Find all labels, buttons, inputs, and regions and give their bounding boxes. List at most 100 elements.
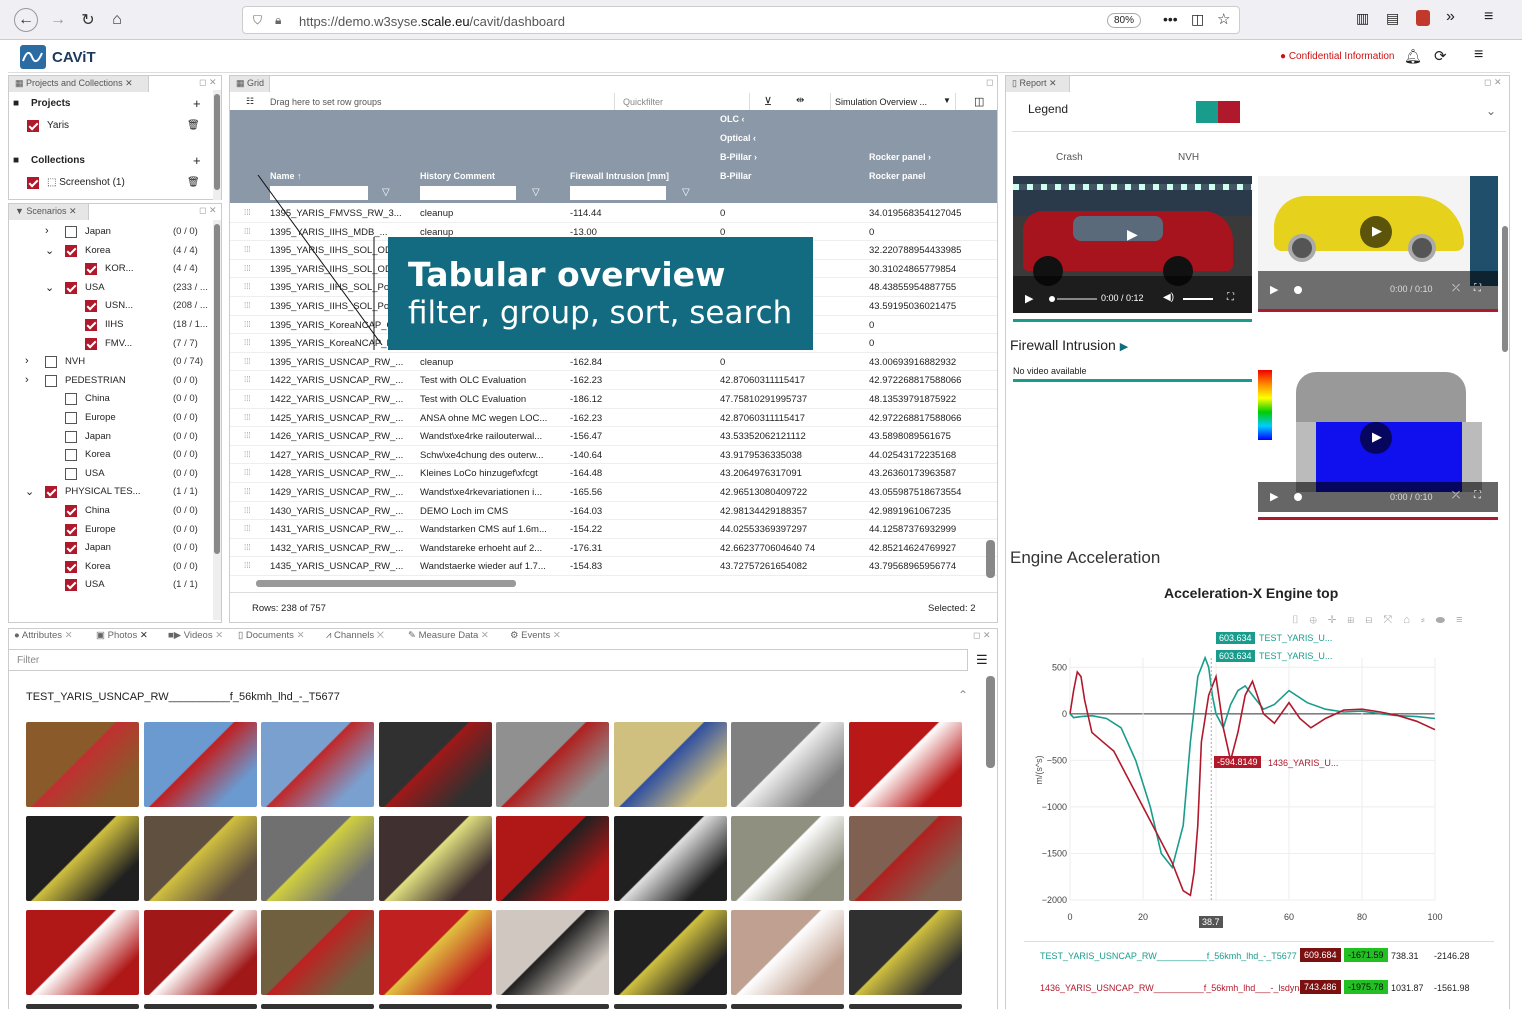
filter-icon[interactable]: ▽ xyxy=(382,187,390,198)
columns-panel-icon[interactable]: ◫ xyxy=(974,95,984,108)
group-header-rocker[interactable]: Rocker panel › xyxy=(869,152,931,162)
tab-attributes[interactable]: ● Attributes ✕ xyxy=(14,630,73,646)
scenario-checkbox[interactable] xyxy=(65,430,77,443)
close-icon[interactable]: ✕ xyxy=(550,630,561,641)
scenario-checkbox[interactable] xyxy=(65,467,77,480)
photo-thumbnail[interactable] xyxy=(26,910,139,995)
maximize-icon[interactable]: ◻ ✕ xyxy=(199,205,217,216)
bookmark-star-icon[interactable]: ☆ xyxy=(1217,10,1230,28)
chevron-right-icon[interactable]: › xyxy=(25,374,29,386)
column-history-comment[interactable]: History Comment xyxy=(420,171,495,181)
maximize-icon[interactable]: ◻ ✕ xyxy=(1484,77,1502,88)
scenario-row[interactable]: USA (1 / 1) xyxy=(9,578,209,596)
photo-thumbnail[interactable] xyxy=(848,910,962,995)
scenario-row[interactable]: KOR... (4 / 4) xyxy=(9,262,209,280)
ublock-icon[interactable] xyxy=(1416,10,1430,26)
tab-photos[interactable]: ▣ Photos ✕ xyxy=(96,630,148,646)
trash-icon[interactable]: 🗑︎ xyxy=(187,177,200,188)
scenario-row[interactable]: USA (0 / 0) xyxy=(9,467,209,485)
scenario-checkbox[interactable] xyxy=(85,337,97,350)
drag-handle-icon[interactable]: ⁞⁞⁞ xyxy=(244,468,251,477)
photo-thumbnail[interactable] xyxy=(613,1004,727,1009)
no-volume-icon[interactable]: ⤫ xyxy=(1452,490,1460,501)
series-row[interactable]: 1436_YARIS_USNCAP_RW__________f_56kmh_lh… xyxy=(1024,980,1494,1002)
scenario-row[interactable]: › NVH (0 / 74) xyxy=(9,355,209,373)
chevron-down-icon[interactable]: ⌄ xyxy=(25,485,34,498)
scenario-row[interactable]: Japan (0 / 0) xyxy=(9,541,209,559)
play-icon[interactable]: ▶ xyxy=(1372,223,1382,239)
drag-handle-icon[interactable]: ⁞⁞⁞ xyxy=(244,357,251,366)
scenario-row[interactable]: Japan (0 / 0) xyxy=(9,430,209,448)
simulation-video[interactable]: ▶ ▶ 0:00 / 0:10 ⤫ ⛶ xyxy=(1256,362,1498,512)
scenario-row[interactable]: Europe (0 / 0) xyxy=(9,523,209,541)
photo-thumbnail[interactable] xyxy=(261,816,374,901)
table-row[interactable]: ⁞⁞⁞ 1395_YARIS_FMVSS_RW_3... cleanup -114.4… xyxy=(230,204,997,223)
photo-thumbnail[interactable] xyxy=(378,722,492,807)
maximize-icon[interactable]: ◻ ✕ xyxy=(199,77,217,88)
scenario-row[interactable]: Europe (0 / 0) xyxy=(9,411,209,429)
add-project-button[interactable]: + xyxy=(193,96,201,111)
photo-thumbnail[interactable] xyxy=(143,722,257,807)
photo-thumbnail[interactable] xyxy=(613,722,727,807)
drag-handle-icon[interactable]: ⁞⁞⁞ xyxy=(244,301,251,310)
photo-thumbnail[interactable] xyxy=(731,722,844,807)
scenario-checkbox[interactable] xyxy=(65,542,77,555)
collection-checkbox[interactable] xyxy=(27,177,39,189)
no-volume-icon[interactable]: ⤫ xyxy=(1452,283,1460,294)
vertical-scrollbar[interactable] xyxy=(1502,226,1508,352)
close-icon[interactable]: ✕ xyxy=(294,630,305,641)
horizontal-scrollbar[interactable] xyxy=(256,580,516,587)
fullscreen-icon[interactable]: ⛶ xyxy=(1474,283,1481,294)
photo-thumbnail[interactable] xyxy=(731,910,844,995)
scenario-checkbox[interactable] xyxy=(65,244,77,257)
scenario-row[interactable]: China (0 / 0) xyxy=(9,504,209,522)
photo-thumbnail[interactable] xyxy=(496,722,609,807)
sync-icon[interactable]: ⟳ xyxy=(1434,47,1447,65)
chart-toolbar[interactable]: ⌷ ⊕ ✛ ⊞ ⊟ ⤧ ⌂ ⸗ ⬬ ≡ xyxy=(1292,614,1467,627)
tab-projects-collections[interactable]: ▦ Projects and Collections ✕ xyxy=(9,76,149,92)
volume-icon[interactable]: ◀) xyxy=(1163,292,1174,303)
scrollbar[interactable] xyxy=(213,90,221,200)
play-icon[interactable]: ▶ xyxy=(1127,226,1138,243)
fullscreen-icon[interactable]: ⛶ xyxy=(1227,292,1234,303)
row-group-dropzone[interactable]: Drag here to set row groups xyxy=(270,97,382,107)
table-row[interactable]: ⁞⁞⁞ 1435_YARIS_USNCAP_RW_... Wandstaerke w… xyxy=(230,557,997,576)
scenario-checkbox[interactable] xyxy=(65,449,77,462)
photo-thumbnail[interactable] xyxy=(496,1004,609,1009)
drag-handle-icon[interactable]: ⁞⁞⁞ xyxy=(244,561,251,570)
hamburger-menu-icon[interactable]: ≡ xyxy=(1484,8,1493,26)
table-row[interactable]: ⁞⁞⁞ 1430_YARIS_USNCAP_RW_... DEMO Loch im … xyxy=(230,502,997,521)
photo-thumbnail[interactable] xyxy=(496,910,609,995)
pocket-icon[interactable]: ◫ xyxy=(1191,11,1204,28)
scenario-row[interactable]: Korea (0 / 0) xyxy=(9,448,209,466)
photo-thumbnail[interactable] xyxy=(378,816,492,901)
table-row[interactable]: ⁞⁞⁞ 1427_YARIS_USNCAP_RW_... Schw\xe4chung… xyxy=(230,446,997,465)
scenario-checkbox[interactable] xyxy=(65,505,77,517)
tab-measure-data[interactable]: ✎ Measure Data ✕ xyxy=(408,630,489,646)
drag-handle-icon[interactable]: ⁞⁞⁞ xyxy=(244,245,251,254)
vertical-scrollbar[interactable] xyxy=(986,540,995,578)
table-row[interactable]: ⁞⁞⁞ 1422_YARIS_USNCAP_RW_... Test with OLC… xyxy=(230,390,997,409)
column-fit-icon[interactable]: ⇹ xyxy=(796,95,804,106)
drag-handle-icon[interactable]: ⁞⁞⁞ xyxy=(244,543,251,552)
scenario-row[interactable]: ⌄ PHYSICAL TES... (1 / 1) xyxy=(9,485,209,503)
tab-videos[interactable]: ■▶ Videos ✕ xyxy=(168,630,223,646)
scenario-checkbox[interactable] xyxy=(45,374,57,387)
table-row[interactable]: ⁞⁞⁞ 1429_YARIS_USNCAP_RW_... Wandst\xe4rke… xyxy=(230,483,997,502)
chevron-down-icon[interactable]: ⌄ xyxy=(45,281,54,294)
drag-handle-icon[interactable]: ⁞⁞⁞ xyxy=(244,208,251,217)
column-name[interactable]: Name ↑ xyxy=(270,171,302,181)
collection-item[interactable]: ⬚ Screenshot (1) xyxy=(47,177,125,188)
column-firewall-intrusion[interactable]: Firewall Intrusion [mm] xyxy=(570,171,669,181)
table-row[interactable]: ⁞⁞⁞ 1428_YARIS_USNCAP_RW_... Kleines LoCo … xyxy=(230,464,997,483)
photo-thumbnail[interactable] xyxy=(613,816,727,901)
photo-thumbnail[interactable] xyxy=(261,910,374,995)
maximize-icon[interactable]: ◻ ✕ xyxy=(973,630,991,641)
play-icon[interactable]: ▶ xyxy=(1270,283,1278,296)
photo-thumbnail[interactable] xyxy=(143,1004,257,1009)
tab-report[interactable]: ▯ Report ✕ xyxy=(1006,76,1070,92)
table-row[interactable]: ⁞⁞⁞ 1422_YARIS_USNCAP_RW_... Test with OLC… xyxy=(230,371,997,390)
view-select[interactable]: Simulation Overview ... ▼ xyxy=(830,93,956,111)
chevron-down-icon[interactable]: ⌄ xyxy=(1486,104,1496,118)
scenario-row[interactable]: Korea (0 / 0) xyxy=(9,560,209,578)
